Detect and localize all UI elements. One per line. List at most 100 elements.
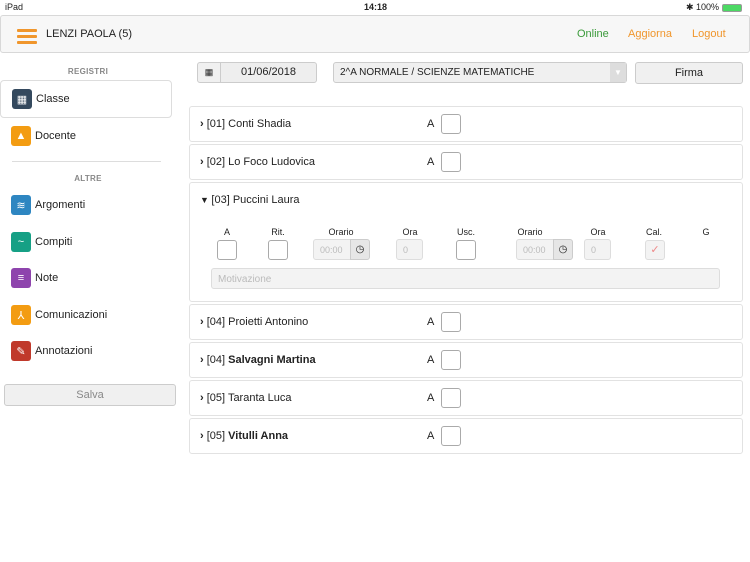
sidebar: REGISTRI ▦ Classe ▲ Docente ALTRE ≋ Argomen… — [0, 53, 180, 562]
sidebar-item-label: Annotazioni — [35, 345, 93, 357]
absent-checkbox[interactable] — [217, 240, 237, 260]
col-time-in: Orario — [328, 227, 354, 237]
student-row[interactable]: › [04] Salvagni Martina A — [189, 342, 743, 378]
time-in-field[interactable]: 00:00 — [313, 239, 351, 260]
student-row-header[interactable]: ▼ [03] Puccini Laura — [200, 194, 299, 206]
sidebar-item-label: Comunicazioni — [35, 309, 108, 321]
late-checkbox[interactable] — [268, 240, 288, 260]
user-name: LENZI PAOLA (5) — [46, 28, 132, 40]
col-absent: A — [223, 227, 230, 237]
sidebar-item-label: Compiti — [35, 236, 73, 248]
topics-icon: ≋ — [11, 195, 31, 215]
clock-icon[interactable]: ◷ — [350, 239, 370, 260]
student-row[interactable]: › [04] Proietti Antonino A — [189, 304, 743, 340]
col-late: Rit. — [271, 227, 285, 237]
student-name: [02] Lo Foco Ludovica — [206, 156, 315, 168]
absent-checkbox[interactable] — [441, 350, 461, 370]
status-bar: iPad 14:18 ✱ 100% — [0, 0, 750, 15]
absent-label: A — [427, 118, 435, 130]
calendar-icon[interactable]: ▦ — [197, 62, 221, 83]
col-cal: Cal. — [645, 227, 662, 237]
student-name: [04] Proietti Antonino — [206, 316, 309, 328]
teacher-icon: ▲ — [11, 126, 31, 146]
refresh-link[interactable]: Aggiorna — [628, 28, 672, 40]
student-name: Vitulli Anna — [228, 430, 289, 442]
sidebar-item-argomenti[interactable]: ≋ Argomenti — [0, 186, 172, 224]
sidebar-item-label: Note — [35, 272, 59, 284]
absent-checkbox[interactable] — [441, 426, 461, 446]
homework-icon: ~ — [11, 232, 31, 252]
absent-label: A — [427, 354, 435, 366]
absent-label: A — [427, 316, 435, 328]
exit-checkbox[interactable] — [456, 240, 476, 260]
student-row[interactable]: › [02] Lo Foco Ludovica A — [189, 144, 743, 180]
student-row[interactable]: › [01] Conti Shadia A — [189, 106, 743, 142]
annotations-icon: ✎ — [11, 341, 31, 361]
battery-icon — [722, 4, 742, 12]
reason-input[interactable]: Motivazione — [211, 268, 720, 289]
chevron-right-icon: › — [200, 118, 204, 130]
cal-checkbox[interactable]: ✓ — [645, 240, 665, 260]
sign-button[interactable]: Firma — [635, 62, 743, 84]
student-name: Salvagni Martina — [228, 354, 316, 366]
col-exit: Usc. — [457, 227, 475, 237]
chevron-down-icon: ▼ — [610, 63, 626, 82]
class-icon: ▦ — [12, 89, 32, 109]
app-header: LENZI PAOLA (5) Online Aggiorna Logout — [0, 15, 750, 53]
menu-icon[interactable] — [17, 29, 37, 44]
absent-checkbox[interactable] — [441, 388, 461, 408]
clock-icon[interactable]: ◷ — [553, 239, 573, 260]
col-hour-in: Ora — [402, 227, 418, 237]
chevron-right-icon: › — [200, 354, 204, 366]
chevron-right-icon: › — [200, 430, 204, 442]
logout-link[interactable]: Logout — [692, 28, 726, 40]
student-name: [05] Taranta Luca — [206, 392, 292, 404]
chevron-right-icon: › — [200, 316, 204, 328]
hour-out-field[interactable]: 0 — [584, 239, 611, 260]
col-hour-out: Ora — [590, 227, 606, 237]
time-out-field[interactable]: 00:00 — [516, 239, 554, 260]
pdf-icon: ⅄ — [11, 305, 31, 325]
class-select[interactable]: 2^A NORMALE / SCIENZE MATEMATICHE ▼ — [333, 62, 627, 83]
sidebar-item-label: Argomenti — [35, 199, 86, 211]
student-row[interactable]: › [05] Taranta Luca A — [189, 380, 743, 416]
absent-checkbox[interactable] — [441, 152, 461, 172]
absent-label: A — [427, 430, 435, 442]
sidebar-item-note[interactable]: ≡ Note — [0, 259, 172, 297]
sidebar-item-label: Classe — [36, 93, 70, 105]
absent-label: A — [427, 392, 435, 404]
date-field[interactable]: 01/06/2018 — [220, 62, 317, 83]
device-label: iPad — [5, 2, 24, 12]
absent-label: A — [427, 156, 435, 168]
divider — [12, 161, 161, 162]
battery-percent: 100% — [696, 2, 720, 12]
sidebar-item-classe[interactable]: ▦ Classe — [0, 80, 172, 118]
student-name: [03] Puccini Laura — [211, 194, 300, 206]
chevron-right-icon: › — [200, 392, 204, 404]
sidebar-item-annotazioni[interactable]: ✎ Annotazioni — [0, 332, 172, 370]
student-name: [01] Conti Shadia — [206, 118, 292, 130]
sidebar-item-comunicazioni[interactable]: ⅄ Comunicazioni — [0, 296, 172, 334]
online-status: Online — [577, 28, 609, 40]
absent-checkbox[interactable] — [441, 114, 461, 134]
section-altre: ALTRE — [74, 174, 102, 183]
student-number: [04] — [206, 354, 229, 366]
bluetooth-icon: ✱ — [686, 2, 694, 12]
hour-in-field[interactable]: 0 — [396, 239, 423, 260]
save-button[interactable]: Salva — [4, 384, 176, 406]
clock: 14:18 — [364, 2, 388, 12]
notes-icon: ≡ — [11, 268, 31, 288]
chevron-down-icon: ▼ — [200, 195, 212, 205]
student-row[interactable]: › [05] Vitulli Anna A — [189, 418, 743, 454]
sidebar-item-compiti[interactable]: ~ Compiti — [0, 223, 172, 261]
sidebar-item-docente[interactable]: ▲ Docente — [0, 117, 172, 155]
col-g: G — [702, 227, 710, 237]
absent-checkbox[interactable] — [441, 312, 461, 332]
chevron-right-icon: › — [200, 156, 204, 168]
class-select-value: 2^A NORMALE / SCIENZE MATEMATICHE — [340, 67, 535, 78]
student-row-expanded: ▼ [03] Puccini Laura A Rit. Orario Ora U… — [189, 182, 743, 302]
sidebar-item-label: Docente — [35, 130, 76, 142]
section-registri: REGISTRI — [67, 67, 109, 76]
student-number: [05] — [206, 430, 229, 442]
col-time-out: Orario — [517, 227, 543, 237]
